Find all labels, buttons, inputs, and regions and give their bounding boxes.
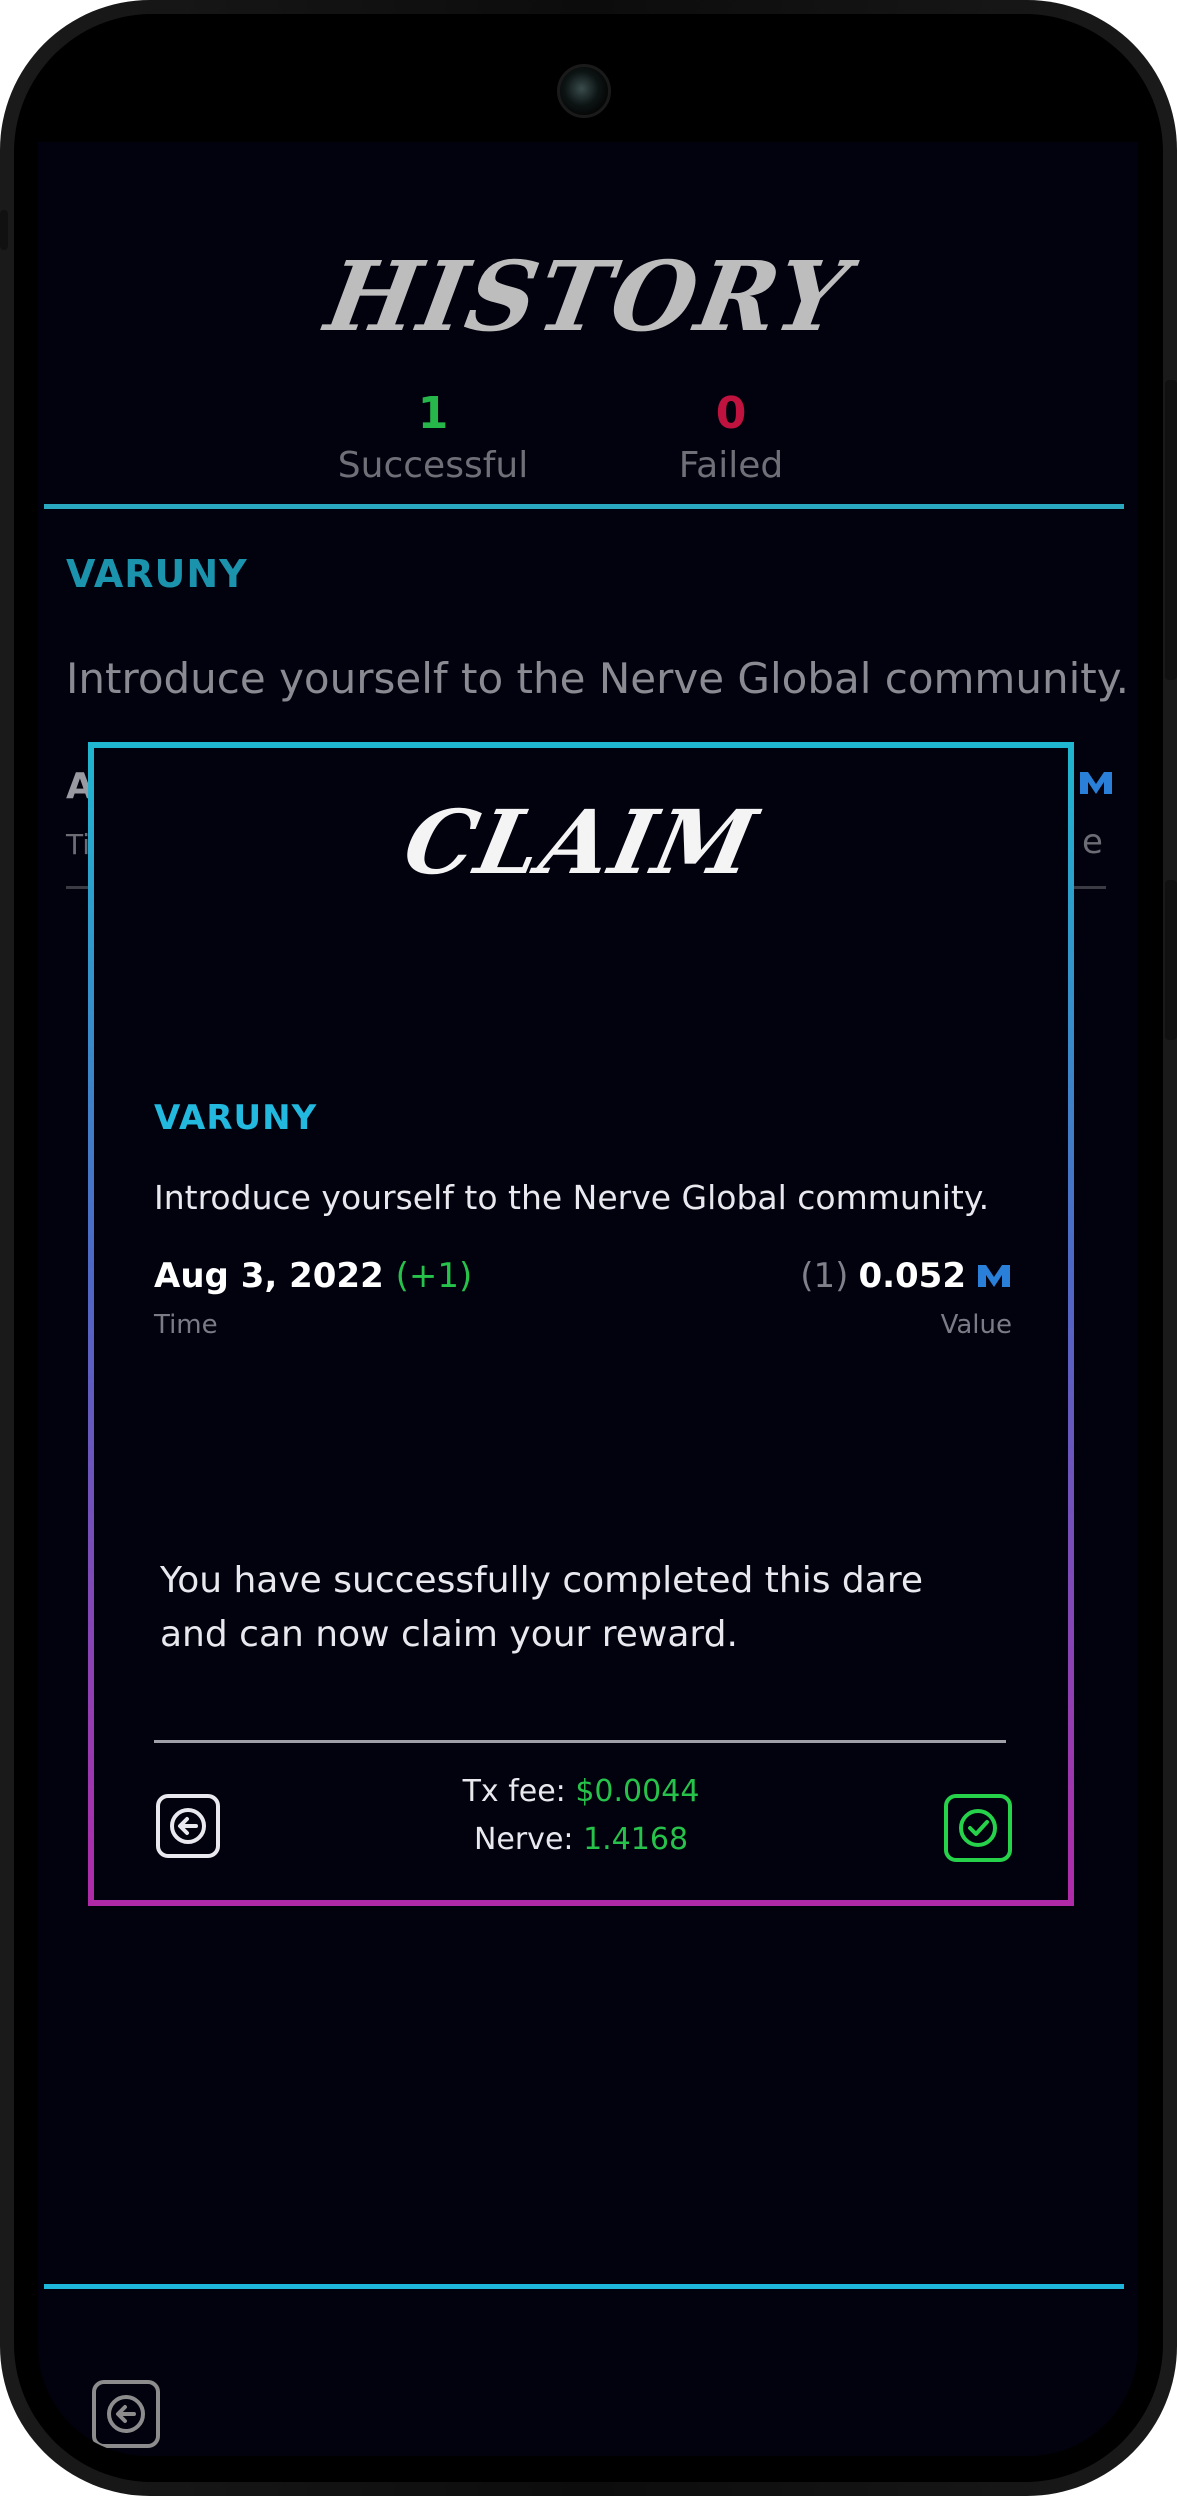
claim-message: You have successfully completed this dar… bbox=[160, 1560, 923, 1655]
check-icon bbox=[959, 1809, 997, 1847]
top-divider bbox=[44, 504, 1124, 509]
claim-dialog: CLAIM VARUNY Introduce yourself to the N… bbox=[88, 742, 1074, 1906]
status-bar bbox=[38, 38, 1138, 142]
power-button bbox=[1165, 880, 1177, 1040]
failed-stat: 0 Failed bbox=[601, 388, 861, 486]
dialog-dare-name: VARUNY bbox=[154, 1098, 318, 1138]
back-button[interactable] bbox=[92, 2380, 160, 2448]
value-amount: 0.052 bbox=[858, 1256, 966, 1296]
tx-fee-line: Tx fee: $0.0044 bbox=[94, 1774, 1068, 1809]
nerve-fee-line: Nerve: 1.4168 bbox=[94, 1822, 1068, 1857]
time-label: Time bbox=[154, 1310, 218, 1340]
successful-count: 1 bbox=[417, 388, 449, 439]
history-screen: HISTORY 1 Successful 0 Failed VARUNY Int… bbox=[38, 142, 1138, 2456]
value-count: (1) bbox=[800, 1256, 849, 1296]
screen: HISTORY 1 Successful 0 Failed VARUNY Int… bbox=[38, 38, 1138, 2456]
tx-fee-label: Tx fee: bbox=[462, 1774, 566, 1809]
dialog-title: CLAIM bbox=[395, 790, 767, 894]
dare-value-label-fragment: e bbox=[1082, 822, 1103, 862]
dialog-value: (1) 0.052 bbox=[800, 1256, 1012, 1296]
left-side-button bbox=[0, 210, 8, 250]
dialog-divider bbox=[154, 1740, 1006, 1743]
nerve-label: Nerve: bbox=[473, 1822, 574, 1857]
failed-label: Failed bbox=[678, 445, 784, 486]
dare-time-label-fragment: Ti bbox=[66, 828, 91, 861]
back-arrow-icon bbox=[170, 1808, 206, 1844]
dare-description: Introduce yourself to the Nerve Global c… bbox=[66, 654, 1129, 703]
failed-count: 0 bbox=[715, 388, 747, 439]
front-camera bbox=[557, 64, 611, 118]
page-title: HISTORY bbox=[318, 240, 858, 353]
tx-fee-value: $0.0044 bbox=[575, 1774, 700, 1809]
successful-stat: 1 Successful bbox=[303, 388, 563, 486]
back-arrow-icon bbox=[107, 2395, 145, 2433]
date-extra: (+1) bbox=[395, 1256, 473, 1296]
value-label: Value bbox=[940, 1310, 1012, 1340]
dialog-date: Aug 3, 2022 (+1) bbox=[154, 1256, 472, 1296]
dare-name: VARUNY bbox=[66, 552, 248, 596]
dialog-dare-description: Introduce yourself to the Nerve Global c… bbox=[154, 1178, 990, 1217]
volume-button bbox=[1165, 380, 1177, 680]
dialog-back-button[interactable] bbox=[156, 1794, 220, 1858]
phone-frame: HISTORY 1 Successful 0 Failed VARUNY Int… bbox=[0, 0, 1177, 2496]
nerve-token-icon bbox=[1078, 768, 1114, 798]
nerve-value: 1.4168 bbox=[583, 1822, 689, 1857]
claim-confirm-button[interactable] bbox=[944, 1794, 1012, 1862]
date-value: Aug 3, 2022 bbox=[154, 1256, 384, 1296]
bottom-divider bbox=[44, 2284, 1124, 2289]
successful-label: Successful bbox=[337, 445, 529, 486]
nerve-token-icon bbox=[978, 1265, 1010, 1287]
